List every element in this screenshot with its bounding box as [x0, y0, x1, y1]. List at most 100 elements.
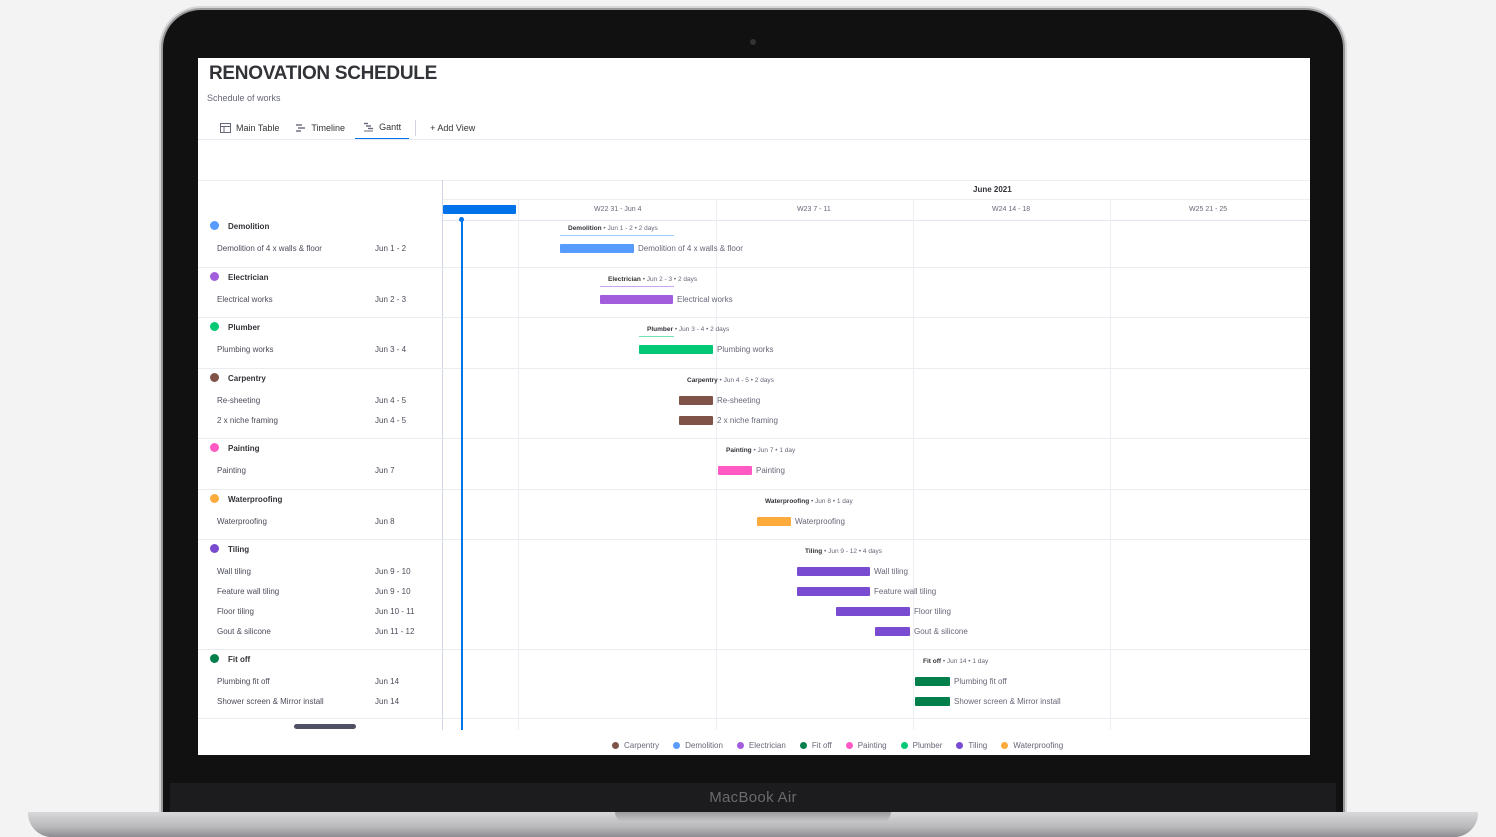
task-bar-carpentry[interactable] — [679, 416, 713, 425]
group-summary-name: Painting — [726, 447, 752, 454]
add-view-button[interactable]: + Add View — [422, 116, 483, 140]
legend-item-fit-off[interactable]: Fit off — [799, 741, 832, 750]
task-date: Jun 1 - 2 — [375, 244, 407, 253]
group-summary-range: • Jun 4 - 5 • 2 days — [717, 377, 774, 384]
legend-label: Painting — [857, 741, 887, 750]
task-name[interactable]: Shower screen & Mirror install — [217, 697, 324, 706]
page-subtitle: Schedule of works — [207, 93, 281, 103]
group-name-carpentry[interactable]: Carpentry — [228, 374, 266, 383]
group-summary-range: • Jun 3 - 4 • 2 days — [673, 326, 730, 333]
task-date: Jun 9 - 10 — [375, 567, 411, 576]
task-bar-tiling[interactable] — [875, 627, 910, 636]
task-bar-label: Gout & silicone — [914, 627, 968, 636]
group-name-demolition[interactable]: Demolition — [228, 222, 269, 231]
legend-label: Waterproofing — [1013, 741, 1064, 750]
group-separator — [198, 489, 1310, 490]
group-summary-name: Waterproofing — [765, 498, 810, 505]
group-summary-painting: Painting • Jun 7 • 1 day — [726, 447, 795, 454]
group-summary-range: • Jun 2 - 3 • 2 days — [640, 276, 698, 283]
week-label: W22 31 - Jun 4 — [594, 206, 642, 213]
group-name-tiling[interactable]: Tiling — [228, 545, 249, 554]
legend-item-electrician[interactable]: Electrician — [736, 741, 786, 750]
week-label: W24 14 - 18 — [992, 206, 1031, 213]
group-separator — [198, 649, 1310, 650]
task-bar-tiling[interactable] — [836, 607, 910, 616]
task-name[interactable]: Floor tiling — [217, 607, 254, 616]
tab-timeline[interactable]: Timeline — [287, 116, 353, 140]
device-label: MacBook Air — [170, 783, 1336, 815]
legend-dot — [900, 742, 908, 749]
task-name[interactable]: Re-sheeting — [217, 396, 260, 405]
task-bar-waterproofing[interactable] — [757, 517, 791, 526]
task-bar-label: Painting — [756, 466, 785, 475]
legend-item-demolition[interactable]: Demolition — [673, 741, 723, 750]
group-summary-waterproofing: Waterproofing • Jun 8 • 1 day — [765, 498, 853, 505]
legend-label: Plumber — [912, 741, 943, 750]
today-line — [461, 219, 463, 730]
group-name-painting[interactable]: Painting — [228, 444, 260, 453]
laptop-notch — [615, 812, 891, 822]
group-summary-underline — [560, 235, 674, 236]
group-separator — [198, 267, 1310, 268]
legend-label: Fit off — [811, 741, 832, 750]
task-name[interactable]: Gout & silicone — [217, 627, 271, 636]
group-name-plumber[interactable]: Plumber — [228, 323, 260, 332]
add-view-label: + Add View — [430, 123, 476, 133]
task-bar-painting[interactable] — [718, 466, 752, 475]
group-separator — [198, 368, 1310, 369]
group-color-dot — [210, 221, 219, 230]
legend-item-waterproofing[interactable]: Waterproofing — [1001, 741, 1063, 750]
task-name[interactable]: 2 x niche framing — [217, 416, 278, 425]
task-date: Jun 10 - 11 — [375, 607, 415, 616]
task-name[interactable]: Plumbing works — [217, 345, 273, 354]
task-name[interactable]: Demolition of 4 x walls & floor — [217, 244, 322, 253]
task-name[interactable]: Plumbing fit off — [217, 677, 270, 686]
group-color-dot — [210, 443, 219, 452]
tabs-divider — [198, 139, 1310, 140]
task-bar-tiling[interactable] — [797, 587, 870, 596]
group-summary-name: Carpentry — [687, 377, 718, 384]
legend-item-plumber[interactable]: Plumber — [900, 741, 943, 750]
task-bar-fit-off[interactable] — [915, 677, 950, 686]
task-bar-fit-off[interactable] — [915, 697, 950, 706]
task-bar-electrician[interactable] — [600, 295, 673, 304]
task-name[interactable]: Wall tiling — [217, 567, 251, 576]
task-bar-demolition[interactable] — [560, 244, 634, 253]
legend-label: Electrician — [748, 741, 786, 750]
week-gridline — [913, 199, 914, 730]
task-name[interactable]: Waterproofing — [217, 517, 267, 526]
group-separator — [198, 438, 1310, 439]
screen: RENOVATION SCHEDULE Schedule of works Ma… — [198, 58, 1310, 755]
tab-label: Gantt — [379, 122, 402, 132]
group-summary-range: • Jun 8 • 1 day — [809, 498, 853, 505]
task-name[interactable]: Electrical works — [217, 295, 273, 304]
group-name-waterproofing[interactable]: Waterproofing — [228, 495, 282, 504]
task-date: Jun 2 - 3 — [375, 295, 407, 304]
week-label: W23 7 - 11 — [797, 206, 831, 213]
task-date: Jun 4 - 5 — [375, 416, 407, 425]
task-bar-label: Plumbing fit off — [954, 677, 1007, 686]
horizontal-scrollbar[interactable] — [294, 724, 356, 729]
legend-label: Tiling — [968, 741, 988, 750]
view-tabs: Main Table Timeline Gantt + Add View — [212, 116, 483, 140]
group-name-fit-off[interactable]: Fit off — [228, 655, 250, 664]
task-bar-tiling[interactable] — [797, 567, 870, 576]
tab-main-table[interactable]: Main Table — [212, 116, 287, 140]
today-marker[interactable] — [443, 205, 516, 214]
task-date: Jun 8 — [375, 517, 395, 526]
task-bar-plumber[interactable] — [639, 345, 713, 354]
legend-item-painting[interactable]: Painting — [845, 741, 887, 750]
group-summary-demolition: Demolition • Jun 1 - 2 • 2 days — [568, 225, 658, 232]
task-name[interactable]: Painting — [217, 466, 246, 475]
group-summary-range: • Jun 7 • 1 day — [751, 447, 796, 454]
task-date: Jun 4 - 5 — [375, 396, 407, 405]
tab-gantt[interactable]: Gantt — [355, 116, 410, 140]
task-name[interactable]: Feature wall tiling — [217, 587, 279, 596]
group-color-dot — [210, 373, 219, 382]
group-summary-electrician: Electrician • Jun 2 - 3 • 2 days — [608, 276, 697, 283]
tab-divider — [415, 120, 417, 136]
legend-item-tiling[interactable]: Tiling — [956, 741, 987, 750]
group-name-electrician[interactable]: Electrician — [228, 273, 268, 282]
legend-item-carpentry[interactable]: Carpentry — [612, 741, 659, 750]
task-bar-carpentry[interactable] — [679, 396, 713, 405]
